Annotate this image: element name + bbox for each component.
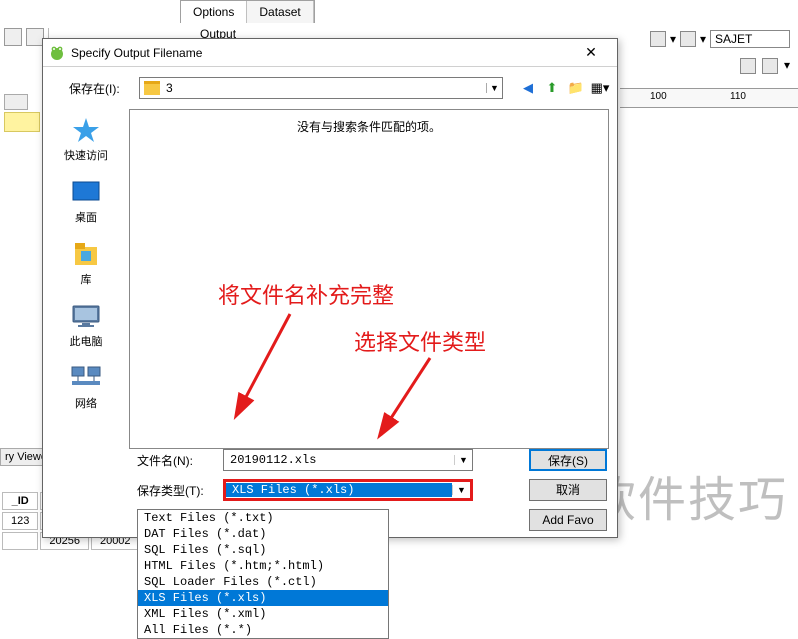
filename-label: 文件名(N): (137, 452, 213, 469)
table-header: _ID (2, 492, 38, 510)
filetype-option[interactable]: All Files (*.*) (138, 622, 388, 638)
quick-access-icon (69, 115, 103, 145)
place-label: 此电脑 (70, 333, 103, 349)
network-icon (69, 363, 103, 393)
tab-dataset[interactable]: Dataset (247, 1, 313, 23)
chevron-down-icon[interactable]: ▼ (486, 83, 502, 93)
filetype-label: 保存类型(T): (137, 482, 213, 499)
toolbar-icon[interactable] (740, 58, 756, 74)
bg-toolbar-right: ▾ ▾ SAJET (650, 30, 790, 48)
filetype-option[interactable]: XML Files (*.xml) (138, 606, 388, 622)
table-cell: 123 (2, 512, 38, 530)
bg-tabs: Options Dataset (180, 0, 315, 23)
back-icon[interactable]: ◀ (519, 79, 537, 97)
cancel-button[interactable]: 取消 (529, 479, 607, 501)
toolbar-icon[interactable] (762, 58, 778, 74)
filename-combo[interactable]: ▼ (223, 449, 473, 471)
view-menu-icon[interactable]: ▦▾ (591, 79, 609, 97)
this-pc-icon (69, 301, 103, 331)
filetype-row: 保存类型(T): ▼ 取消 (137, 479, 607, 501)
titlebar: Specify Output Filename ✕ (43, 39, 617, 67)
bg-ruler: 100 110 (620, 88, 798, 108)
app-icon (49, 45, 65, 61)
chevron-down-icon[interactable]: ▼ (452, 485, 470, 495)
filetype-dropdown-list[interactable]: Text Files (*.txt)DAT Files (*.dat)SQL F… (137, 509, 389, 639)
chevron-down-icon[interactable]: ▼ (454, 455, 472, 465)
location-input[interactable] (164, 81, 486, 95)
bg-toolbar-2: ▾ (740, 58, 790, 74)
place-libraries[interactable]: 库 (69, 239, 103, 287)
dialog-body: 快速访问 桌面 库 此电脑 网络 没有与搜索条件匹配的项。 (43, 109, 617, 449)
dropdown-icon[interactable]: ▾ (670, 32, 676, 46)
place-network[interactable]: 网络 (69, 363, 103, 411)
place-label: 快速访问 (64, 147, 108, 163)
dropdown-icon[interactable]: ▾ (784, 58, 790, 74)
up-icon[interactable]: ⬆ (543, 79, 561, 97)
folder-icon (144, 81, 160, 95)
bg-grid-corner (4, 94, 28, 110)
filetype-option[interactable]: Text Files (*.txt) (138, 510, 388, 526)
dropdown-icon[interactable]: ▾ (700, 32, 706, 46)
toolbar-icon[interactable] (680, 31, 696, 47)
filetype-option[interactable]: SQL Files (*.sql) (138, 542, 388, 558)
place-quick-access[interactable]: 快速访问 (64, 115, 108, 163)
place-label: 桌面 (75, 209, 97, 225)
place-this-pc[interactable]: 此电脑 (69, 301, 103, 349)
toolbar-icon[interactable] (650, 31, 666, 47)
add-favorite-button[interactable]: Add Favo (529, 509, 607, 531)
toolbar-icon[interactable] (4, 28, 22, 46)
save-file-dialog: Specify Output Filename ✕ 保存在(I): ▼ ◀ ⬆ … (42, 38, 618, 538)
libraries-icon (69, 239, 103, 269)
filename-row: 文件名(N): ▼ 保存(S) (137, 449, 607, 471)
nav-icons: ◀ ⬆ 📁 ▦▾ (519, 79, 609, 97)
filetype-option[interactable]: XLS Files (*.xls) (138, 590, 388, 606)
places-bar: 快速访问 桌面 库 此电脑 网络 (43, 109, 129, 449)
place-label: 网络 (75, 395, 97, 411)
dialog-title: Specify Output Filename (71, 46, 571, 60)
empty-message: 没有与搜索条件匹配的项。 (130, 118, 608, 135)
dialog-bottom: 文件名(N): ▼ 保存(S) 保存类型(T): ▼ 取消 Favorites:… (43, 449, 617, 571)
ruler-mark: 110 (730, 91, 746, 102)
filetype-option[interactable]: DAT Files (*.dat) (138, 526, 388, 542)
filetype-input[interactable] (226, 483, 452, 497)
save-button[interactable]: 保存(S) (529, 449, 607, 471)
ruler-mark: 100 (650, 91, 667, 102)
place-desktop[interactable]: 桌面 (69, 177, 103, 225)
filetype-option[interactable]: HTML Files (*.htm;*.html) (138, 558, 388, 574)
bg-highlight-cell (4, 112, 40, 132)
new-folder-icon[interactable]: 📁 (567, 79, 585, 97)
sajet-field[interactable]: SAJET (710, 30, 790, 48)
filename-input[interactable] (224, 453, 454, 467)
location-row: 保存在(I): ▼ ◀ ⬆ 📁 ▦▾ (43, 67, 617, 109)
desktop-icon (69, 177, 103, 207)
file-list-area[interactable]: 没有与搜索条件匹配的项。 (129, 109, 609, 449)
close-button[interactable]: ✕ (571, 41, 611, 65)
filetype-combo[interactable]: ▼ (223, 479, 473, 501)
save-in-label: 保存在(I): (69, 80, 131, 97)
place-label: 库 (81, 271, 92, 287)
location-combo[interactable]: ▼ (139, 77, 503, 99)
filetype-option[interactable]: SQL Loader Files (*.ctl) (138, 574, 388, 590)
tab-options[interactable]: Options (181, 1, 247, 23)
